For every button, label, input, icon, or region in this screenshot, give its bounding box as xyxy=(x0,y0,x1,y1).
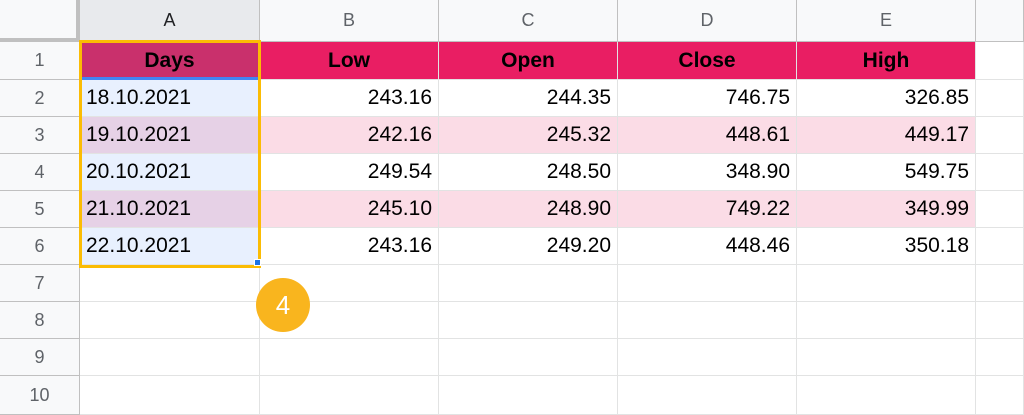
grid-cell[interactable] xyxy=(618,265,797,302)
cell-d3[interactable]: 448.61 xyxy=(618,117,797,154)
cell-b6[interactable]: 243.16 xyxy=(260,228,439,265)
cell-c4[interactable]: 248.50 xyxy=(439,154,618,191)
grid-cell[interactable] xyxy=(80,265,260,302)
row-header-9[interactable]: 9 xyxy=(0,339,80,376)
column-header-e[interactable]: E xyxy=(797,0,976,42)
header-cell-open[interactable]: Open xyxy=(439,42,618,80)
grid-cell[interactable] xyxy=(976,42,1024,80)
grid-cell[interactable] xyxy=(976,117,1024,154)
row-header-10[interactable]: 10 xyxy=(0,376,80,415)
row-header-2[interactable]: 2 xyxy=(0,80,80,117)
header-cell-low[interactable]: Low xyxy=(260,42,439,80)
cell-d4[interactable]: 348.90 xyxy=(618,154,797,191)
row-header-7[interactable]: 7 xyxy=(0,265,80,302)
column-header-c[interactable]: C xyxy=(439,0,618,42)
grid-cell[interactable] xyxy=(976,228,1024,265)
grid-cell[interactable] xyxy=(797,302,976,339)
cell-d6[interactable]: 448.46 xyxy=(618,228,797,265)
cell-b2[interactable]: 243.16 xyxy=(260,80,439,117)
cell-b5[interactable]: 245.10 xyxy=(260,191,439,228)
select-all-corner[interactable] xyxy=(0,0,80,42)
cell-e5[interactable]: 349.99 xyxy=(797,191,976,228)
cell-b4[interactable]: 249.54 xyxy=(260,154,439,191)
grid-cell[interactable] xyxy=(439,339,618,376)
row-header-1[interactable]: 1 xyxy=(0,42,80,80)
grid-cell[interactable] xyxy=(976,339,1024,376)
cell-e3[interactable]: 449.17 xyxy=(797,117,976,154)
grid-cell[interactable] xyxy=(439,302,618,339)
cell-b3[interactable]: 242.16 xyxy=(260,117,439,154)
cell-c3[interactable]: 245.32 xyxy=(439,117,618,154)
grid-cell[interactable] xyxy=(797,339,976,376)
row-header-6[interactable]: 6 xyxy=(0,228,80,265)
cell-e4[interactable]: 549.75 xyxy=(797,154,976,191)
column-header-d[interactable]: D xyxy=(618,0,797,42)
fill-handle[interactable] xyxy=(254,259,261,266)
grid-cell[interactable] xyxy=(976,265,1024,302)
grid-cell[interactable] xyxy=(618,376,797,415)
cell-a3[interactable]: 19.10.2021 xyxy=(80,117,260,154)
grid-cell[interactable] xyxy=(260,339,439,376)
cell-a4[interactable]: 20.10.2021 xyxy=(80,154,260,191)
grid-cell[interactable] xyxy=(976,154,1024,191)
row-header-3[interactable]: 3 xyxy=(0,117,80,154)
cell-d5[interactable]: 749.22 xyxy=(618,191,797,228)
cell-a2[interactable]: 18.10.2021 xyxy=(80,80,260,117)
active-cell-indicator xyxy=(82,77,258,80)
grid-cell[interactable] xyxy=(797,265,976,302)
row-header-8[interactable]: 8 xyxy=(0,302,80,339)
cell-a6[interactable]: 22.10.2021 xyxy=(80,228,260,265)
header-cell-close[interactable]: Close xyxy=(618,42,797,80)
row-header-4[interactable]: 4 xyxy=(0,154,80,191)
grid-cell[interactable] xyxy=(80,339,260,376)
cell-e6[interactable]: 350.18 xyxy=(797,228,976,265)
cell-c2[interactable]: 244.35 xyxy=(439,80,618,117)
header-cell-high[interactable]: High xyxy=(797,42,976,80)
grid-cell[interactable] xyxy=(976,191,1024,228)
cell-c6[interactable]: 249.20 xyxy=(439,228,618,265)
grid-cell[interactable] xyxy=(976,80,1024,117)
grid-cell[interactable] xyxy=(797,376,976,415)
cell-e2[interactable]: 326.85 xyxy=(797,80,976,117)
grid-cell[interactable] xyxy=(976,302,1024,339)
grid-cell[interactable] xyxy=(439,265,618,302)
cell-d2[interactable]: 746.75 xyxy=(618,80,797,117)
step-number-badge: 4 xyxy=(256,278,310,332)
grid-cell[interactable] xyxy=(260,376,439,415)
column-header-next[interactable] xyxy=(976,0,1024,42)
cell-c5[interactable]: 248.90 xyxy=(439,191,618,228)
grid-cell[interactable] xyxy=(80,302,260,339)
grid-cell[interactable] xyxy=(439,376,618,415)
row-header-5[interactable]: 5 xyxy=(0,191,80,228)
cell-a5[interactable]: 21.10.2021 xyxy=(80,191,260,228)
grid-cell[interactable] xyxy=(618,302,797,339)
column-header-a[interactable]: A xyxy=(80,0,260,42)
grid-cell[interactable] xyxy=(618,339,797,376)
grid-cell[interactable] xyxy=(976,376,1024,415)
header-cell-days[interactable]: Days xyxy=(80,42,260,80)
column-header-b[interactable]: B xyxy=(260,0,439,42)
grid-cell[interactable] xyxy=(80,376,260,415)
